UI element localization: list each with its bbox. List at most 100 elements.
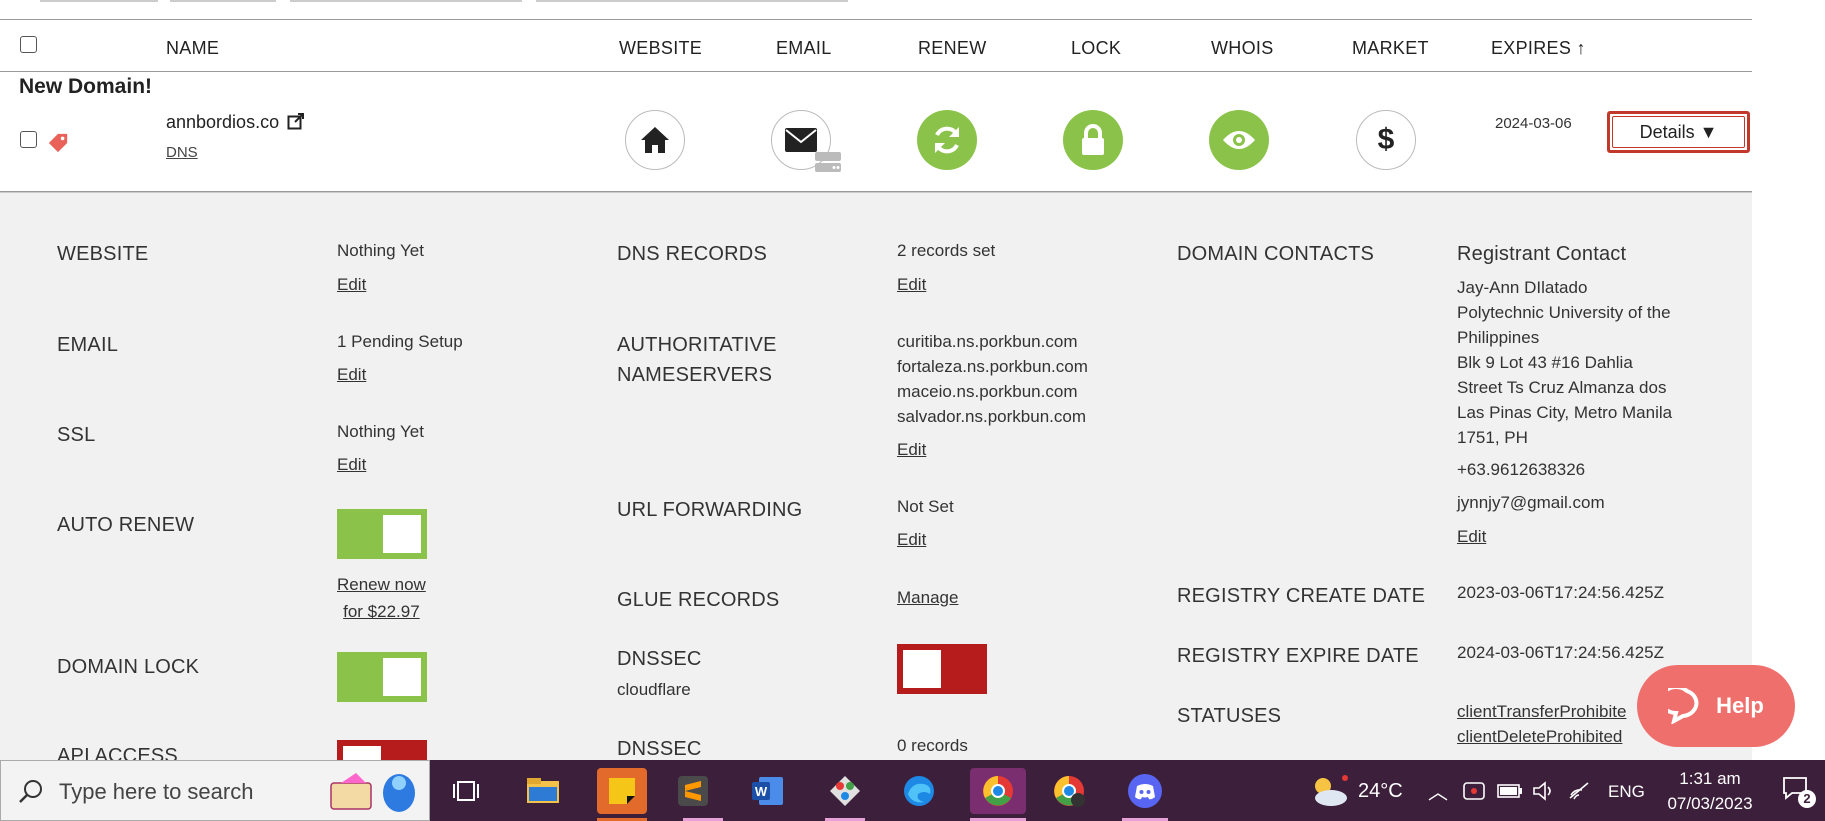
clock-time: 1:31 am xyxy=(1679,769,1741,788)
registrant-line: Las Pinas City, Metro Manila xyxy=(1457,403,1673,422)
col-header-expires[interactable]: EXPIRES ↑ xyxy=(1491,38,1586,59)
url-forwarding-label: URL FORWARDING xyxy=(617,499,803,521)
onedrive-icon[interactable] xyxy=(1462,781,1486,801)
header-bottom-rule xyxy=(0,71,1752,72)
renew-button[interactable] xyxy=(917,110,977,170)
col-header-lock[interactable]: LOCK xyxy=(1071,38,1121,59)
email-button[interactable] xyxy=(771,110,841,172)
registry-create-value: 2023-03-06T17:24:56.425Z xyxy=(1457,583,1664,602)
tag-icon[interactable] xyxy=(47,132,69,154)
dnssec-records-value: 0 records xyxy=(897,736,968,755)
chrome-profile-icon[interactable] xyxy=(1046,768,1092,814)
svg-text:W: W xyxy=(755,784,768,799)
toggle-knob xyxy=(903,650,941,688)
email-label: EMAIL xyxy=(57,334,119,356)
help-button[interactable]: Help xyxy=(1637,665,1795,747)
domain-manager-page: { "header": { "col_name": "NAME", "col_w… xyxy=(0,0,1825,821)
renew-now-link[interactable]: Renew now for $22.97 xyxy=(337,571,426,625)
discord-icon[interactable] xyxy=(1122,768,1168,814)
dns-records-value: 2 records set xyxy=(897,241,996,260)
clock-date: 07/03/2023 xyxy=(1667,794,1753,813)
details-button[interactable]: Details ▼ xyxy=(1607,111,1750,153)
whois-button[interactable] xyxy=(1209,110,1269,170)
col-header-email[interactable]: EMAIL xyxy=(776,38,832,59)
file-explorer-icon[interactable] xyxy=(520,768,566,814)
chrome-icon[interactable] xyxy=(970,768,1026,814)
col-header-market[interactable]: MARKET xyxy=(1352,38,1429,59)
market-button[interactable]: $ xyxy=(1356,110,1416,170)
clock[interactable]: 1:31 am 07/03/2023 xyxy=(1660,766,1760,816)
domain-row-checkbox[interactable] xyxy=(20,131,37,148)
battery-icon[interactable] xyxy=(1497,783,1523,799)
filter-input-2[interactable] xyxy=(170,0,276,2)
chat-bubble-icon xyxy=(1668,688,1699,724)
col-header-expires-label: EXPIRES xyxy=(1491,38,1572,58)
envelope-icon xyxy=(785,128,817,152)
app-icon[interactable] xyxy=(822,768,868,814)
sort-ascending-icon: ↑ xyxy=(1576,38,1586,58)
ssl-value: Nothing Yet xyxy=(337,422,424,441)
col-header-whois[interactable]: WHOIS xyxy=(1211,38,1274,59)
domain-name-link[interactable]: annbordios.co xyxy=(166,112,279,133)
email-edit-link[interactable]: Edit xyxy=(337,365,366,385)
domain-lock-toggle[interactable] xyxy=(337,652,427,702)
chevron-up-icon[interactable]: ︿ xyxy=(1428,776,1448,805)
refresh-icon xyxy=(935,126,959,154)
statuses-label: STATUSES xyxy=(1177,705,1282,727)
dns-link[interactable]: DNS xyxy=(166,144,198,161)
toggle-knob xyxy=(383,658,421,696)
language-indicator[interactable]: ENG xyxy=(1608,782,1645,802)
registry-expire-value: 2024-03-06T17:24:56.425Z xyxy=(1457,643,1664,662)
col-header-renew[interactable]: RENEW xyxy=(918,38,987,59)
wifi-icon[interactable] xyxy=(1568,781,1592,801)
search-icon xyxy=(19,780,42,803)
registrant-line: Philippines xyxy=(1457,328,1540,347)
notifications-button[interactable]: 2 xyxy=(1780,774,1818,810)
col-header-name[interactable]: NAME xyxy=(166,38,219,59)
home-icon xyxy=(641,127,669,153)
edge-icon[interactable] xyxy=(896,768,942,814)
volume-icon[interactable] xyxy=(1532,781,1556,801)
status-link-2[interactable]: clientDeleteProhibited xyxy=(1457,727,1622,747)
glue-records-manage-link[interactable]: Manage xyxy=(897,588,958,608)
url-forwarding-edit-link[interactable]: Edit xyxy=(897,530,926,550)
dns-records-edit-link[interactable]: Edit xyxy=(897,275,926,295)
nameserver-item: fortaleza.ns.porkbun.com xyxy=(897,357,1088,376)
task-view-icon[interactable] xyxy=(443,768,489,814)
website-button[interactable] xyxy=(625,110,685,170)
select-all-checkbox[interactable] xyxy=(20,36,37,53)
nameservers-edit-link[interactable]: Edit xyxy=(897,440,926,460)
lock-button[interactable] xyxy=(1063,110,1123,170)
expires-date: 2024-03-06 xyxy=(1495,115,1572,132)
filter-input-3[interactable] xyxy=(290,0,522,2)
registrant-line: Polytechnic University of the xyxy=(1457,303,1671,322)
website-label: WEBSITE xyxy=(57,243,149,265)
glue-records-label: GLUE RECORDS xyxy=(617,589,780,611)
server-badge-icon xyxy=(815,152,841,172)
domain-lock-label: DOMAIN LOCK xyxy=(57,656,200,678)
dnssec-toggle[interactable] xyxy=(897,644,987,694)
status-link-1[interactable]: clientTransferProhibite xyxy=(1457,702,1626,722)
domain-contacts-label: DOMAIN CONTACTS xyxy=(1177,243,1375,265)
taskbar-search-box[interactable]: Type here to search xyxy=(0,760,430,821)
registrant-line: Blk 9 Lot 43 #16 Dahlia xyxy=(1457,353,1633,372)
weather-icon[interactable] xyxy=(1305,768,1353,814)
website-edit-link[interactable]: Edit xyxy=(337,275,366,295)
filter-input-4[interactable] xyxy=(536,0,848,2)
external-link-icon[interactable] xyxy=(287,112,305,130)
auto-renew-toggle[interactable] xyxy=(337,509,427,559)
ssl-label: SSL xyxy=(57,424,96,446)
sublime-text-icon[interactable] xyxy=(670,768,716,814)
registrant-edit-link[interactable]: Edit xyxy=(1457,527,1486,547)
col-header-website[interactable]: WEBSITE xyxy=(619,38,702,59)
new-domain-badge: New Domain! xyxy=(19,75,153,98)
windows-taskbar: Type here to search W 24°C ︿ ENG 1:31 am… xyxy=(0,760,1825,821)
url-forwarding-value: Not Set xyxy=(897,497,954,516)
ssl-edit-link[interactable]: Edit xyxy=(337,455,366,475)
nameserver-item: maceio.ns.porkbun.com xyxy=(897,382,1078,401)
filter-input-1[interactable] xyxy=(40,0,158,2)
word-icon[interactable]: W xyxy=(745,768,791,814)
sticky-notes-icon[interactable] xyxy=(597,768,647,814)
eye-icon xyxy=(1223,131,1255,149)
search-highlight-icon xyxy=(321,769,421,815)
